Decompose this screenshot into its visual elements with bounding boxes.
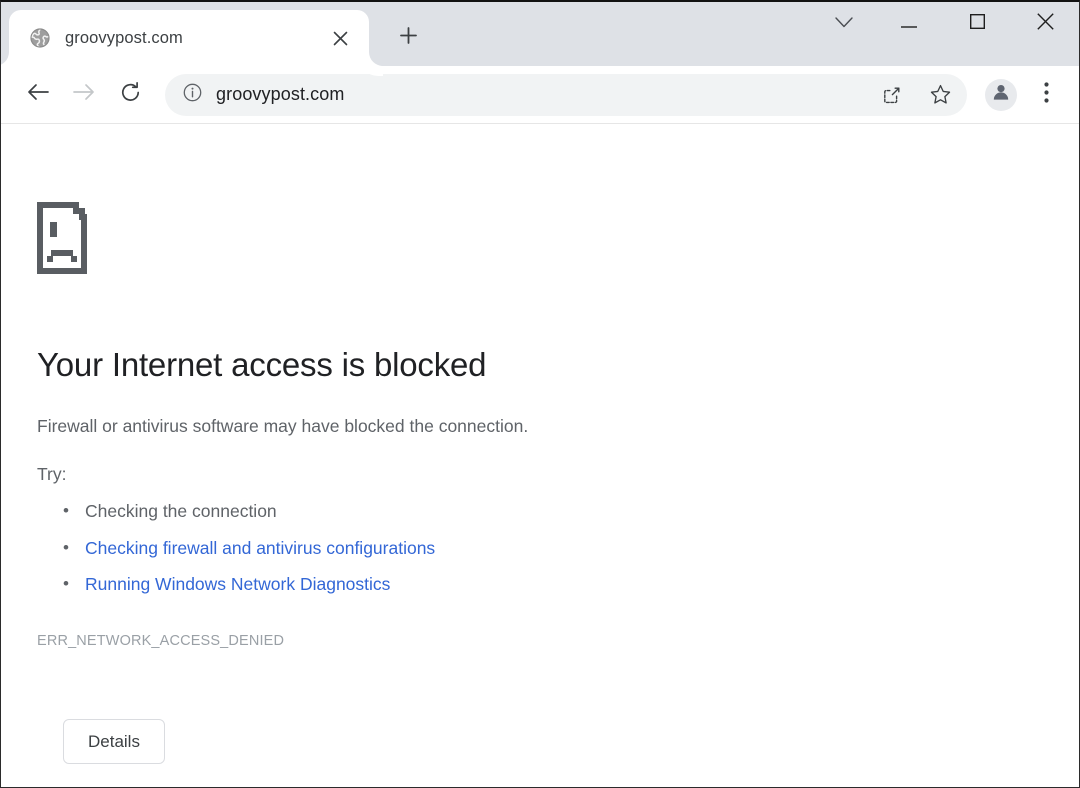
- page-title: Your Internet access is blocked: [37, 345, 757, 385]
- person-icon: [991, 82, 1011, 107]
- try-label: Try:: [37, 464, 757, 485]
- close-icon[interactable]: [325, 23, 355, 53]
- profile-avatar[interactable]: [985, 79, 1017, 111]
- share-icon[interactable]: [875, 78, 909, 112]
- window-caption-controls: [813, 2, 1079, 46]
- close-icon: [1037, 13, 1054, 35]
- chevron-down-icon: [835, 15, 853, 33]
- minimize-button[interactable]: [875, 2, 943, 46]
- browser-tab-groovypost[interactable]: groovypost.com: [9, 10, 369, 66]
- browser-window: groovypost.com: [0, 0, 1080, 788]
- minimize-icon: [901, 15, 917, 33]
- list-item: Checking the connection: [85, 493, 757, 530]
- error-content: Your Internet access is blocked Firewall…: [37, 202, 757, 764]
- error-page: Your Internet access is blocked Firewall…: [1, 124, 1079, 787]
- back-button[interactable]: [17, 74, 59, 116]
- chrome-menu-button[interactable]: [1027, 74, 1065, 116]
- close-button[interactable]: [1011, 2, 1079, 46]
- reload-button[interactable]: [109, 74, 151, 116]
- details-button[interactable]: Details: [63, 719, 165, 764]
- info-circle-icon[interactable]: [183, 83, 202, 107]
- forward-button[interactable]: [63, 74, 105, 116]
- error-code: ERR_NETWORK_ACCESS_DENIED: [37, 633, 757, 649]
- arrow-right-icon: [73, 83, 95, 106]
- maximize-icon: [970, 14, 985, 34]
- address-bar-url[interactable]: groovypost.com: [216, 84, 861, 105]
- suggestion-list: Checking the connection Checking firewal…: [37, 493, 757, 604]
- three-dot-menu-icon: [1044, 82, 1049, 108]
- sad-page-icon: [37, 202, 757, 279]
- maximize-button[interactable]: [943, 2, 1011, 46]
- arrow-left-icon: [27, 83, 49, 106]
- reload-icon: [120, 82, 141, 108]
- globe-icon: [29, 27, 51, 49]
- error-summary: Firewall or antivirus software may have …: [37, 413, 757, 440]
- address-bar[interactable]: groovypost.com: [165, 74, 967, 116]
- tab-strip: groovypost.com: [1, 2, 1079, 66]
- new-tab-button[interactable]: [387, 17, 429, 59]
- plus-icon: [400, 27, 417, 49]
- bookmark-star-icon[interactable]: [923, 78, 957, 112]
- list-item-link-firewall[interactable]: Checking firewall and antivirus configur…: [85, 530, 757, 567]
- tab-search-button[interactable]: [813, 2, 875, 46]
- tab-title: groovypost.com: [65, 29, 311, 48]
- browser-toolbar: groovypost.com: [1, 66, 1079, 124]
- list-item-link-diagnostics[interactable]: Running Windows Network Diagnostics: [85, 566, 757, 603]
